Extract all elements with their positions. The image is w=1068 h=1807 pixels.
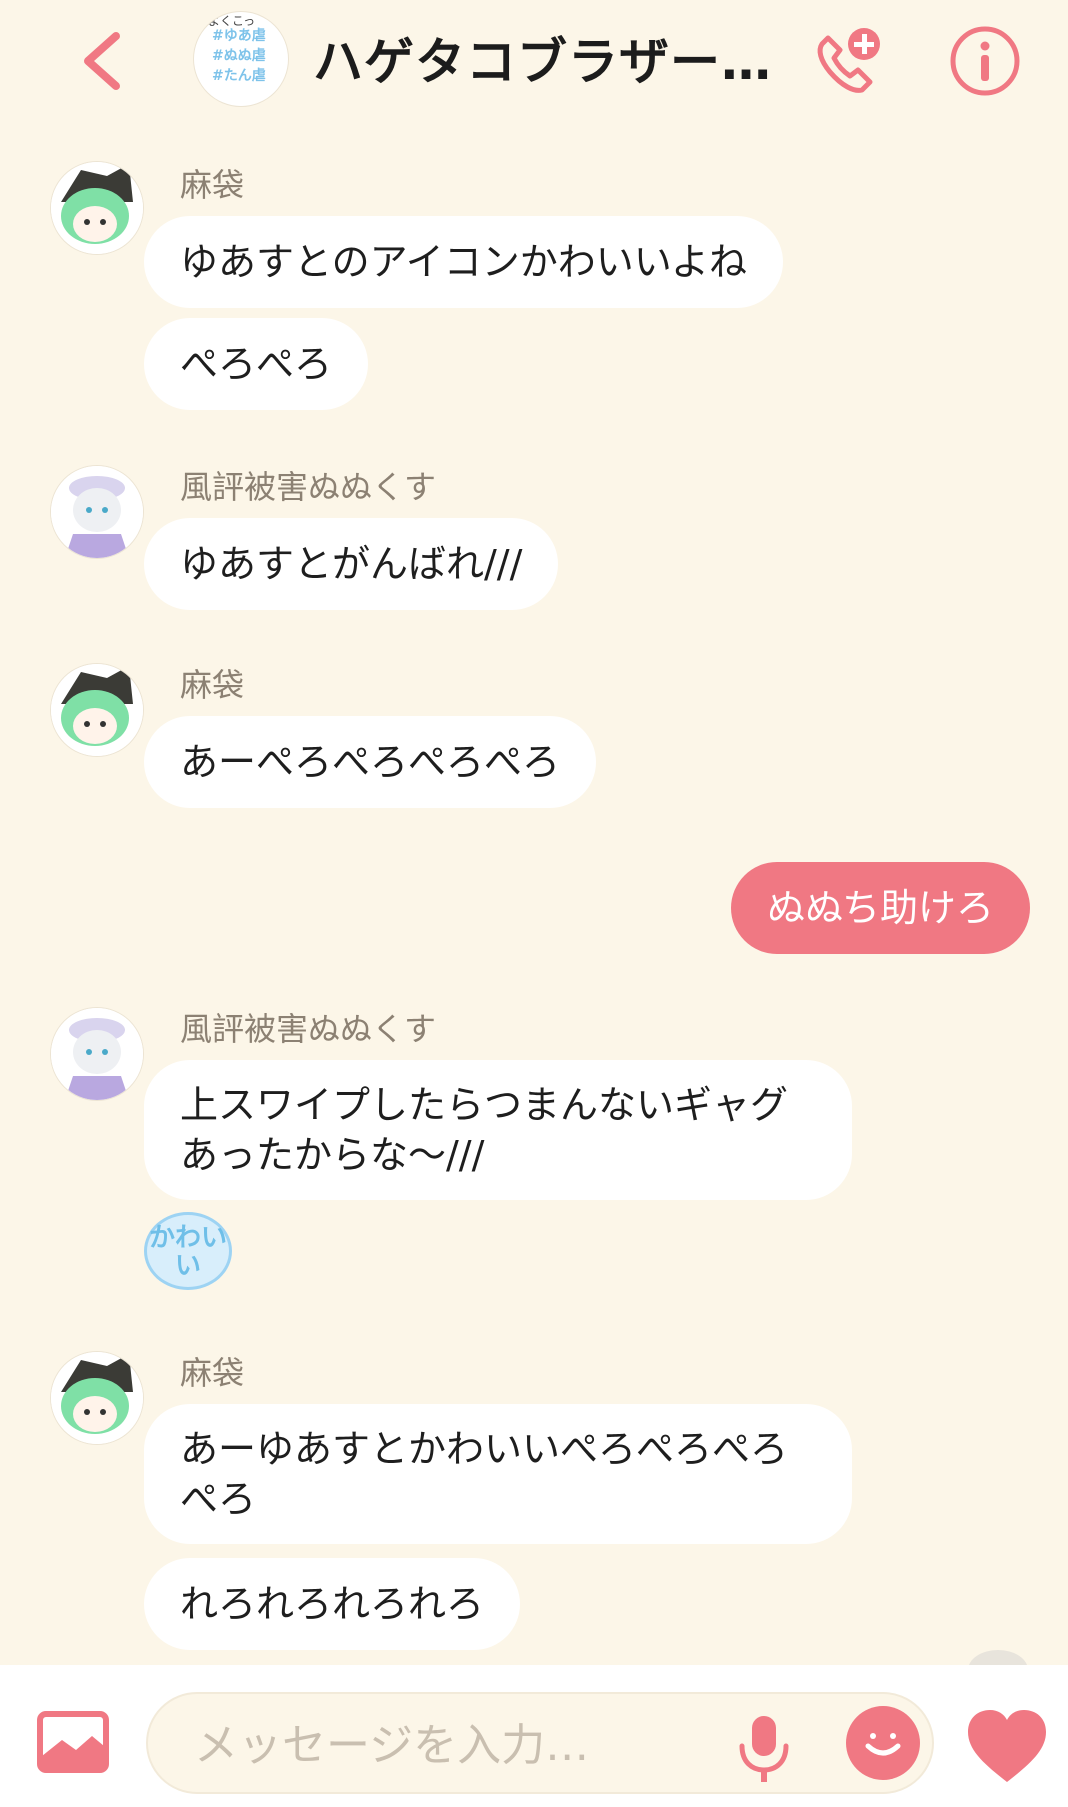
avatar[interactable] <box>51 1008 143 1100</box>
call-plus-icon <box>817 28 880 93</box>
sender-name: 風評被害ぬぬくす <box>180 1010 437 1048</box>
message-bubble[interactable]: ゆあすとがんばれ/// <box>144 518 559 610</box>
voice-button[interactable] <box>736 1712 792 1786</box>
chat-title[interactable]: ハゲタコブラザー… <box>313 22 772 94</box>
sender-name: 麻袋 <box>180 1354 245 1392</box>
sticker-button[interactable] <box>846 1706 920 1780</box>
heart-icon <box>968 1710 1046 1782</box>
message-bubble[interactable]: 上スワイプしたらつまんないギャグあったからな〜/// <box>144 1060 852 1200</box>
info-button[interactable] <box>948 24 1022 98</box>
smiley-icon <box>865 1733 901 1756</box>
group-avatar[interactable]: よくこっ #ゆあ虐 #ぬぬ虐 #たん虐 <box>194 12 288 106</box>
sender-name: 風評被害ぬぬくす <box>180 468 437 506</box>
chat-header: よくこっ #ゆあ虐 #ぬぬ虐 #たん虐 ハゲタコブラザー… <box>0 0 1068 125</box>
avatar[interactable] <box>51 162 143 254</box>
microphone-icon <box>739 1716 789 1782</box>
avatar[interactable] <box>51 664 143 756</box>
message-bubble[interactable]: ゆあすとのアイコンかわいいよね <box>144 216 783 308</box>
image-icon <box>37 1711 109 1773</box>
gallery-button[interactable] <box>36 1710 110 1774</box>
character-avatar-image <box>51 1352 143 1444</box>
group-avatar-tags: #ゆあ虐 #ぬぬ虐 #たん虐 <box>212 28 266 84</box>
call-button[interactable] <box>808 24 886 102</box>
chevron-left-icon <box>84 32 120 90</box>
message-bubble[interactable]: ぺろぺろ <box>144 318 369 410</box>
character-avatar-image <box>51 664 143 756</box>
message-input[interactable] <box>192 1716 716 1774</box>
character-avatar-image <box>51 162 143 254</box>
message-input-field[interactable] <box>146 1692 934 1794</box>
info-icon <box>950 26 1020 96</box>
my-message-bubble[interactable]: ぬぬち助けろ <box>731 862 1030 954</box>
avatar[interactable] <box>51 1352 143 1444</box>
sender-name: 麻袋 <box>180 666 245 704</box>
sender-name: 麻袋 <box>180 166 245 204</box>
message-bubble[interactable]: あーぺろぺろぺろぺろ <box>144 716 597 808</box>
message-bubble[interactable]: あーゆあすとかわいいぺろぺろぺろぺろ <box>144 1404 852 1544</box>
character-avatar-image <box>51 466 143 558</box>
message-bubble[interactable]: れろれろれろれろ <box>144 1558 521 1650</box>
like-button[interactable] <box>964 1706 1050 1786</box>
back-button[interactable] <box>70 26 130 96</box>
avatar[interactable] <box>51 466 143 558</box>
reaction-sticker[interactable]: かわいい <box>144 1212 232 1290</box>
character-avatar-image <box>51 1008 143 1100</box>
